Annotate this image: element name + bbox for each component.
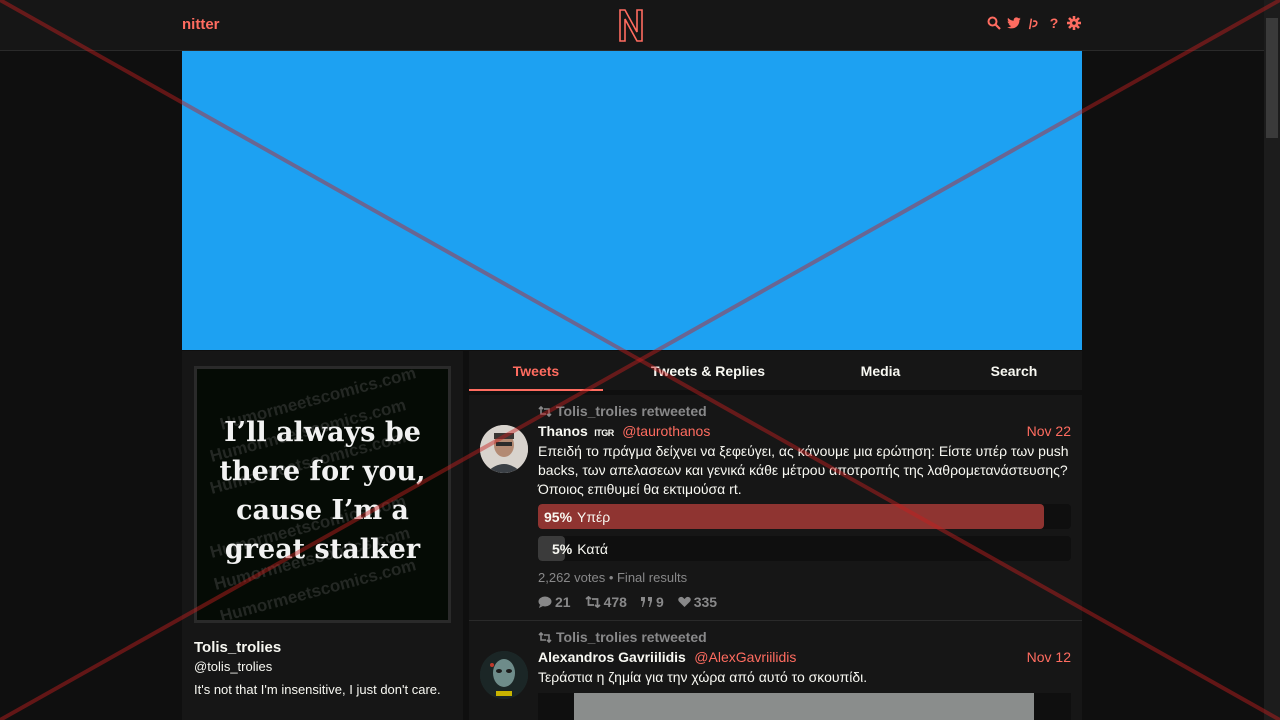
media-letterbox xyxy=(538,693,574,720)
retweet-header: Tolis_trolies retweeted xyxy=(538,403,707,419)
tweet-username[interactable]: @AlexGavriilidis xyxy=(694,649,796,665)
quote-icon xyxy=(640,597,652,607)
reply-stat[interactable]: 21 xyxy=(538,594,571,610)
avatar-photo xyxy=(480,425,528,473)
tweet-content: Επειδή το πράγμα δείχνει να ξεφεύγει, ας… xyxy=(538,443,1069,497)
nav-logo-letter: N xyxy=(631,37,632,39)
navbar: nitter N ? xyxy=(0,0,1264,51)
tweet-item[interactable]: Tolis_trolies retweeted Thanos ITGR @tau… xyxy=(469,395,1082,621)
retweet-stat[interactable]: 478 xyxy=(585,594,627,610)
poll-option: 95% Υπέρ xyxy=(538,504,1071,529)
retweet-icon xyxy=(538,405,552,417)
tweet-item[interactable]: Tolis_trolies retweeted Alexandros Gavri… xyxy=(469,621,1082,720)
tweet-date[interactable]: Nov 22 xyxy=(1027,423,1071,439)
avatar-caption-line: cause I’m a xyxy=(236,495,409,526)
profile-handle[interactable]: @tolis_trolies xyxy=(194,659,272,674)
like-count: 335 xyxy=(693,594,718,610)
poll-option: 5% Κατά xyxy=(538,536,1071,561)
timeline-tabs: Tweets Tweets & Replies Media Search xyxy=(469,351,1082,391)
avatar-caption-line: there for you, xyxy=(219,456,426,487)
avatar-caption-line: I’ll always be xyxy=(224,417,421,448)
settings-icon[interactable] xyxy=(1067,15,1081,31)
tweet-header: Thanos ITGR @taurothanos xyxy=(538,423,710,441)
tab-media[interactable]: Media xyxy=(829,351,932,389)
scrollbar-thumb[interactable] xyxy=(1266,18,1278,138)
avatar-caption: I’ll always be there for you, cause I’m … xyxy=(197,413,448,569)
twitter-icon[interactable] xyxy=(1007,15,1021,31)
heart-icon xyxy=(677,596,691,607)
search-icon[interactable] xyxy=(987,15,1001,31)
avatar-image: Humormeetscomics.com Humormeetscomics.co… xyxy=(197,369,448,620)
retweet-header-text[interactable]: Tolis_trolies retweeted xyxy=(556,629,707,645)
retweet-header-text[interactable]: Tolis_trolies retweeted xyxy=(556,403,707,419)
poll-option-label: 5% Κατά xyxy=(552,541,608,557)
quote-stat[interactable]: 9 xyxy=(640,594,664,610)
rss-icon[interactable] xyxy=(1027,15,1041,31)
tab-tweets[interactable]: Tweets xyxy=(469,351,603,391)
poll-percent: 95% xyxy=(544,509,573,525)
tweet-username[interactable]: @taurothanos xyxy=(622,423,710,439)
profile-avatar[interactable]: Humormeetscomics.com Humormeetscomics.co… xyxy=(194,366,451,623)
poll-option-text: Κατά xyxy=(577,541,608,557)
retweet-header: Tolis_trolies retweeted xyxy=(538,629,707,645)
comment-icon xyxy=(538,596,552,608)
tweet-media[interactable] xyxy=(538,693,1071,720)
tweet-avatar[interactable] xyxy=(480,425,528,473)
reply-count: 21 xyxy=(555,594,571,610)
nitter-logo-icon[interactable]: N xyxy=(617,8,645,42)
scroll-down-arrow-icon[interactable] xyxy=(1264,703,1280,720)
avatar-photo xyxy=(480,651,528,699)
poll-percent: 5% xyxy=(552,541,573,557)
tweet-stats: 21 478 9 335 xyxy=(538,594,717,610)
profile-banner[interactable] xyxy=(182,51,1082,350)
scroll-up-arrow-icon[interactable] xyxy=(1264,0,1280,17)
media-image xyxy=(574,693,1034,720)
media-letterbox xyxy=(1034,693,1071,720)
retweet-icon xyxy=(585,596,601,608)
tweet-fullname[interactable]: Alexandros Gavriilidis xyxy=(538,649,686,665)
poll-option-text: Υπέρ xyxy=(577,509,611,525)
nav-icons: ? xyxy=(987,15,1081,31)
tweet-fullname[interactable]: Thanos xyxy=(538,423,588,439)
tweet-avatar[interactable] xyxy=(480,651,528,699)
nav-brand-link[interactable]: nitter xyxy=(182,16,220,33)
quote-count: 9 xyxy=(655,594,664,610)
tweet-content: Τεράστια η ζημία για την χώρα από αυτό τ… xyxy=(538,669,868,685)
retweet-icon xyxy=(538,631,552,643)
profile-name[interactable]: Tolis_trolies xyxy=(194,639,281,656)
tweet-date[interactable]: Nov 12 xyxy=(1027,649,1071,665)
timeline: Tolis_trolies retweeted Thanos ITGR @tau… xyxy=(469,395,1082,720)
tweet-header: Alexandros Gavriilidis @AlexGavriilidis xyxy=(538,649,796,667)
like-stat[interactable]: 335 xyxy=(677,594,718,610)
tab-search[interactable]: Search xyxy=(964,351,1064,389)
poll-option-label: 95% Υπέρ xyxy=(544,509,610,525)
profile-bio: It's not that I'm insensitive, I just do… xyxy=(194,682,441,697)
verified-badge: ITGR xyxy=(594,428,614,438)
page-scrollbar[interactable] xyxy=(1264,0,1280,720)
help-icon[interactable]: ? xyxy=(1047,15,1061,31)
tab-tweets-replies[interactable]: Tweets & Replies xyxy=(629,351,787,389)
poll-fill xyxy=(538,504,1044,529)
poll-info: 2,262 votes • Final results xyxy=(538,570,688,585)
retweet-count: 478 xyxy=(603,594,627,610)
profile-card: Humormeetscomics.com Humormeetscomics.co… xyxy=(182,351,463,720)
avatar-caption-line: great stalker xyxy=(224,534,421,565)
